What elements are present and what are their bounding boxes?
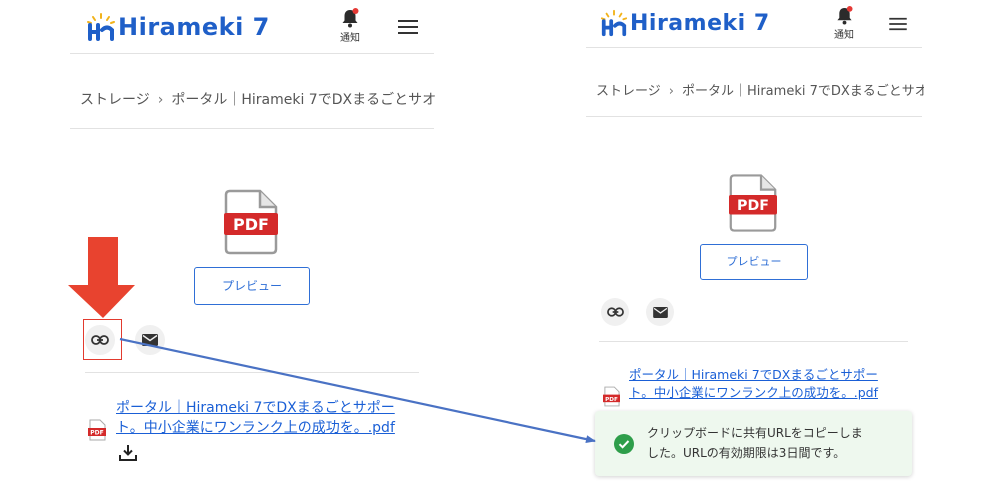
- download-button[interactable]: [118, 444, 138, 466]
- file-name-link[interactable]: ポータル｜Hirameki 7でDXまるごとサポー ト。中小企業にワンランク上の…: [116, 398, 395, 439]
- breadcrumb-item-storage[interactable]: ストレージ: [80, 92, 150, 108]
- breadcrumb: ストレージ › ポータル｜Hirameki 7でDXまるごとサオ: [80, 89, 436, 109]
- breadcrumb-divider: [70, 128, 434, 129]
- breadcrumb-separator: ›: [157, 92, 164, 108]
- after-panel: Hirameki 7 通知 ストレージ › ポータル｜Hirameki 7でDXまる…: [586, 0, 926, 493]
- pdf-small-icon: PDF: [603, 386, 620, 411]
- file-divider: [599, 341, 908, 342]
- app-logo[interactable]: Hirameki 7: [598, 7, 770, 39]
- download-icon: [119, 445, 137, 461]
- clipboard-toast: クリップボードに共有URLをコピーしま した。URLの有効期限は3日間です。: [595, 411, 912, 476]
- pdf-file-icon: PDF: [729, 173, 777, 237]
- pdf-icon-label: PDF: [233, 215, 269, 234]
- file-divider: [85, 372, 419, 373]
- notification-label: 通知: [834, 30, 854, 41]
- check-circle-icon: [614, 433, 634, 454]
- copy-link-button[interactable]: [601, 298, 629, 326]
- hamburger-menu-icon: [398, 20, 418, 34]
- header-divider: [70, 53, 434, 54]
- mail-icon: [652, 306, 668, 318]
- highlight-box: [83, 319, 122, 360]
- breadcrumb-separator: ›: [668, 84, 674, 99]
- toast-line2: した。URLの有効期限は3日間です。: [647, 445, 846, 460]
- breadcrumb-item-current: ポータル｜Hirameki 7でDXまるごとサオ: [171, 92, 436, 108]
- menu-button[interactable]: [889, 16, 907, 35]
- app-logo[interactable]: Hirameki 7: [84, 10, 270, 44]
- notification-label: 通知: [340, 33, 360, 44]
- file-name-line1: ポータル｜Hirameki 7でDXまるごとサポー: [629, 367, 878, 382]
- file-name-line1: ポータル｜Hirameki 7でDXまるごとサポー: [116, 400, 395, 416]
- preview-button[interactable]: プレビュー: [194, 267, 310, 305]
- menu-button[interactable]: [398, 19, 418, 39]
- notification-button[interactable]: 通知: [830, 6, 858, 41]
- bell-icon: [342, 8, 359, 28]
- pdf-file-icon: PDF: [224, 189, 278, 259]
- breadcrumb-divider: [586, 116, 922, 117]
- logo-text: Hirameki 7: [118, 13, 270, 41]
- breadcrumb: ストレージ › ポータル｜Hirameki 7でDXまるごとサオ: [596, 80, 924, 99]
- logo-mark-icon: [87, 13, 115, 41]
- link-icon: [606, 307, 624, 317]
- share-mail-button[interactable]: [646, 298, 674, 326]
- logo-mark-icon: [600, 9, 628, 37]
- header-divider: [586, 47, 922, 48]
- pdf-icon-label: PDF: [737, 198, 769, 214]
- hamburger-menu-icon: [889, 17, 907, 31]
- logo-text: Hirameki 7: [630, 10, 770, 36]
- before-panel: Hirameki 7 通知 ストレージ › ポータル｜Hirameki 7でDXまる…: [70, 0, 438, 493]
- pdf-small-icon-label: PDF: [605, 397, 618, 403]
- breadcrumb-item-storage[interactable]: ストレージ: [596, 84, 661, 99]
- share-mail-button[interactable]: [135, 325, 165, 355]
- breadcrumb-item-current: ポータル｜Hirameki 7でDXまるごとサオ: [681, 84, 924, 99]
- file-name-line2: ト。中小企業にワンランク上の成功を。.pdf: [629, 385, 878, 401]
- toast-line1: クリップボードに共有URLをコピーしま: [647, 426, 863, 441]
- file-name-link[interactable]: ポータル｜Hirameki 7でDXまるごとサポー ト。中小企業にワンランク上の…: [629, 366, 878, 402]
- notification-button[interactable]: 通知: [336, 8, 364, 44]
- bell-icon: [836, 6, 853, 25]
- pdf-small-icon-label: PDF: [90, 430, 103, 437]
- mail-icon: [142, 334, 158, 346]
- file-name-line2: ト。中小企業にワンランク上の成功を。.pdf: [116, 420, 395, 437]
- preview-button[interactable]: プレビュー: [700, 244, 808, 280]
- pdf-small-icon: PDF: [88, 419, 106, 445]
- toast-message: クリップボードに共有URLをコピーしま した。URLの有効期限は3日間です。: [647, 424, 863, 462]
